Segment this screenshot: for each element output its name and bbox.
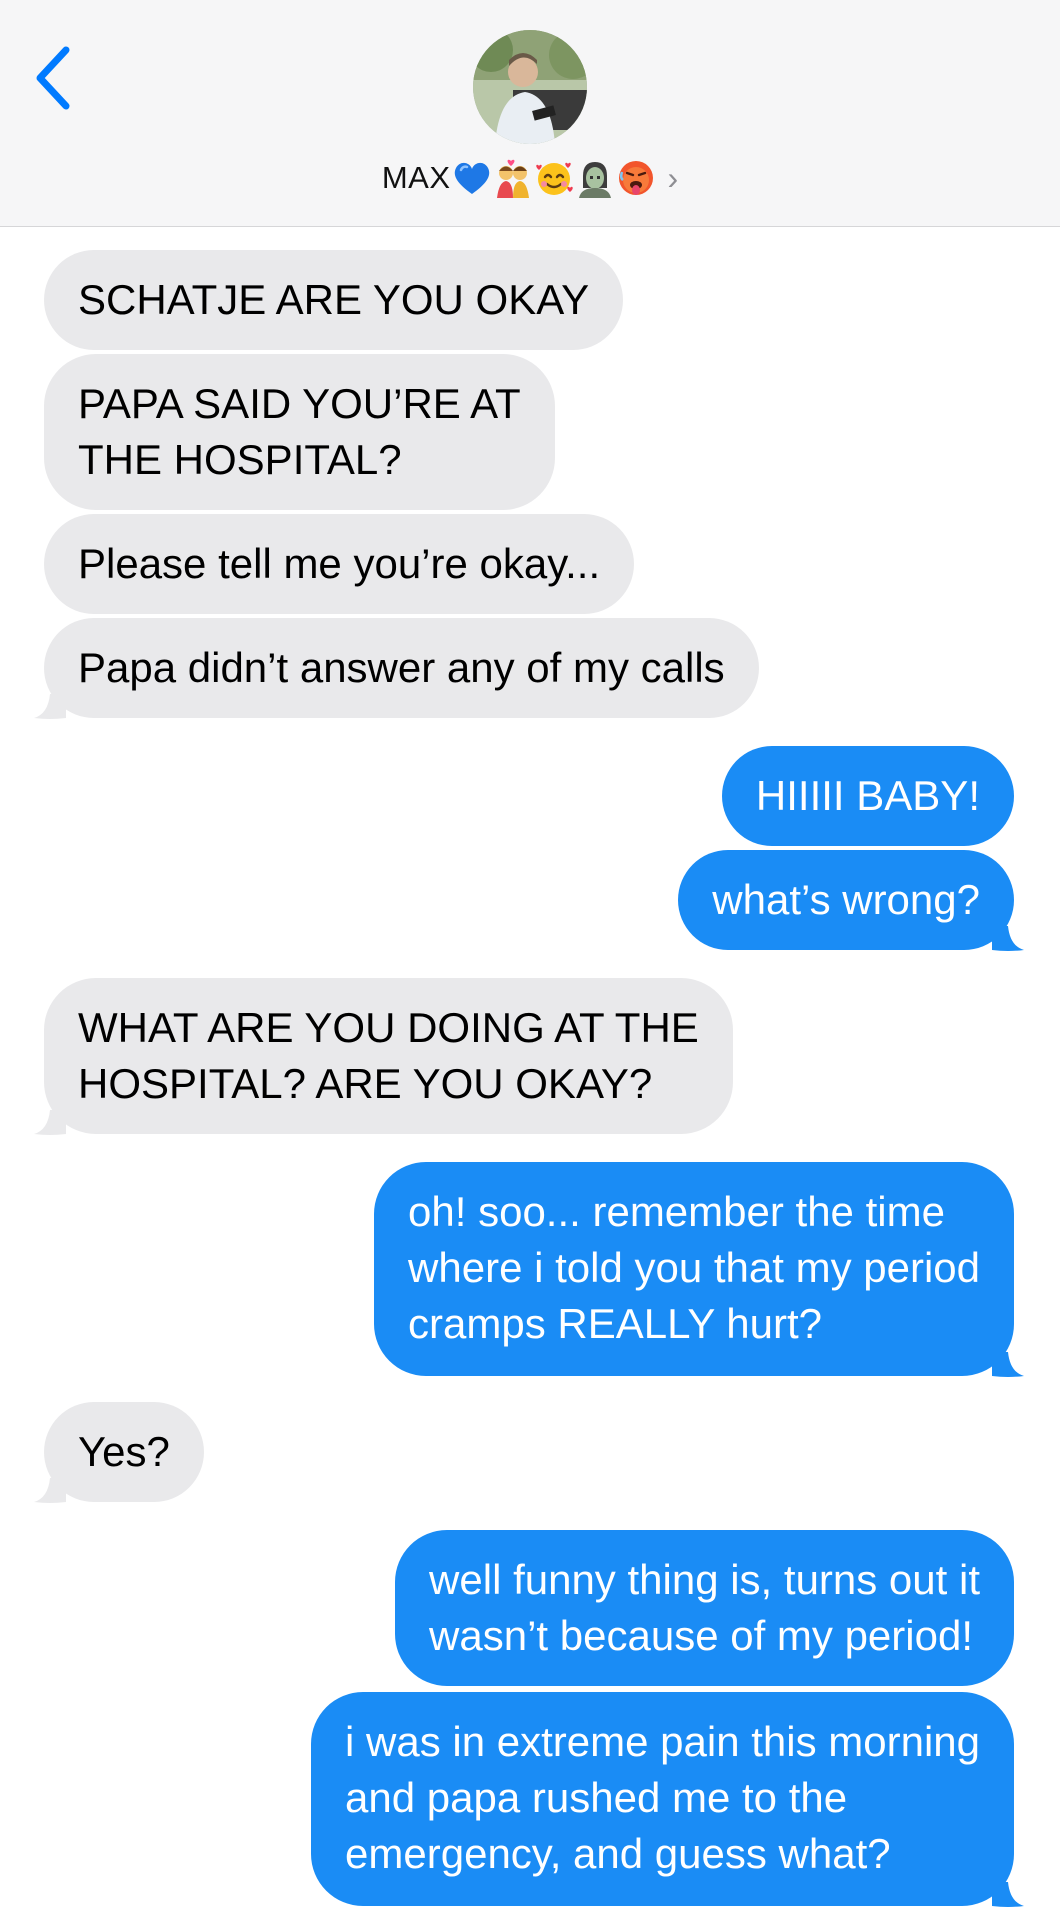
bubble-tail — [988, 1338, 1028, 1378]
bubble-tail — [30, 1096, 70, 1136]
contact-name-row[interactable]: MAX › — [0, 150, 1060, 206]
message-received[interactable]: Please tell me you’re okay... — [44, 514, 635, 614]
message-received[interactable]: WHAT ARE YOU DOING AT THE HOSPITAL? ARE … — [44, 978, 733, 1134]
message-received[interactable]: SCHATJE ARE YOU OKAY — [44, 250, 624, 350]
message-sent[interactable]: oh! soo... remember the time where i tol… — [374, 1162, 1014, 1376]
back-chevron-icon[interactable] — [30, 42, 76, 114]
bubble-tail — [988, 912, 1028, 952]
zombie-icon — [575, 158, 615, 198]
bubble-tail — [30, 680, 70, 720]
message-sent[interactable]: i was in extreme pain this morning and p… — [311, 1692, 1014, 1906]
chevron-right-icon: › — [667, 159, 679, 196]
smiling-face-with-hearts-icon — [534, 158, 574, 198]
blue-heart-icon — [452, 158, 492, 198]
couple-kiss-icon — [493, 158, 533, 198]
contact-name: MAX — [381, 160, 451, 195]
message-received[interactable]: Papa didn’t answer any of my calls — [44, 618, 759, 718]
bubble-tail — [30, 1464, 70, 1504]
bubble-tail — [988, 1868, 1028, 1908]
message-sent[interactable]: well funny thing is, turns out it wasn’t… — [395, 1530, 1014, 1686]
message-sent[interactable]: HIIIII BABY! — [721, 746, 1014, 846]
message-received[interactable]: PAPA SAID YOU’RE AT THE HOSPITAL? — [44, 354, 555, 510]
conversation-header: MAX › — [0, 0, 1060, 227]
message-sent[interactable]: what’s wrong? — [678, 850, 1014, 950]
hot-face-icon — [616, 158, 656, 198]
contact-avatar[interactable] — [473, 30, 587, 144]
